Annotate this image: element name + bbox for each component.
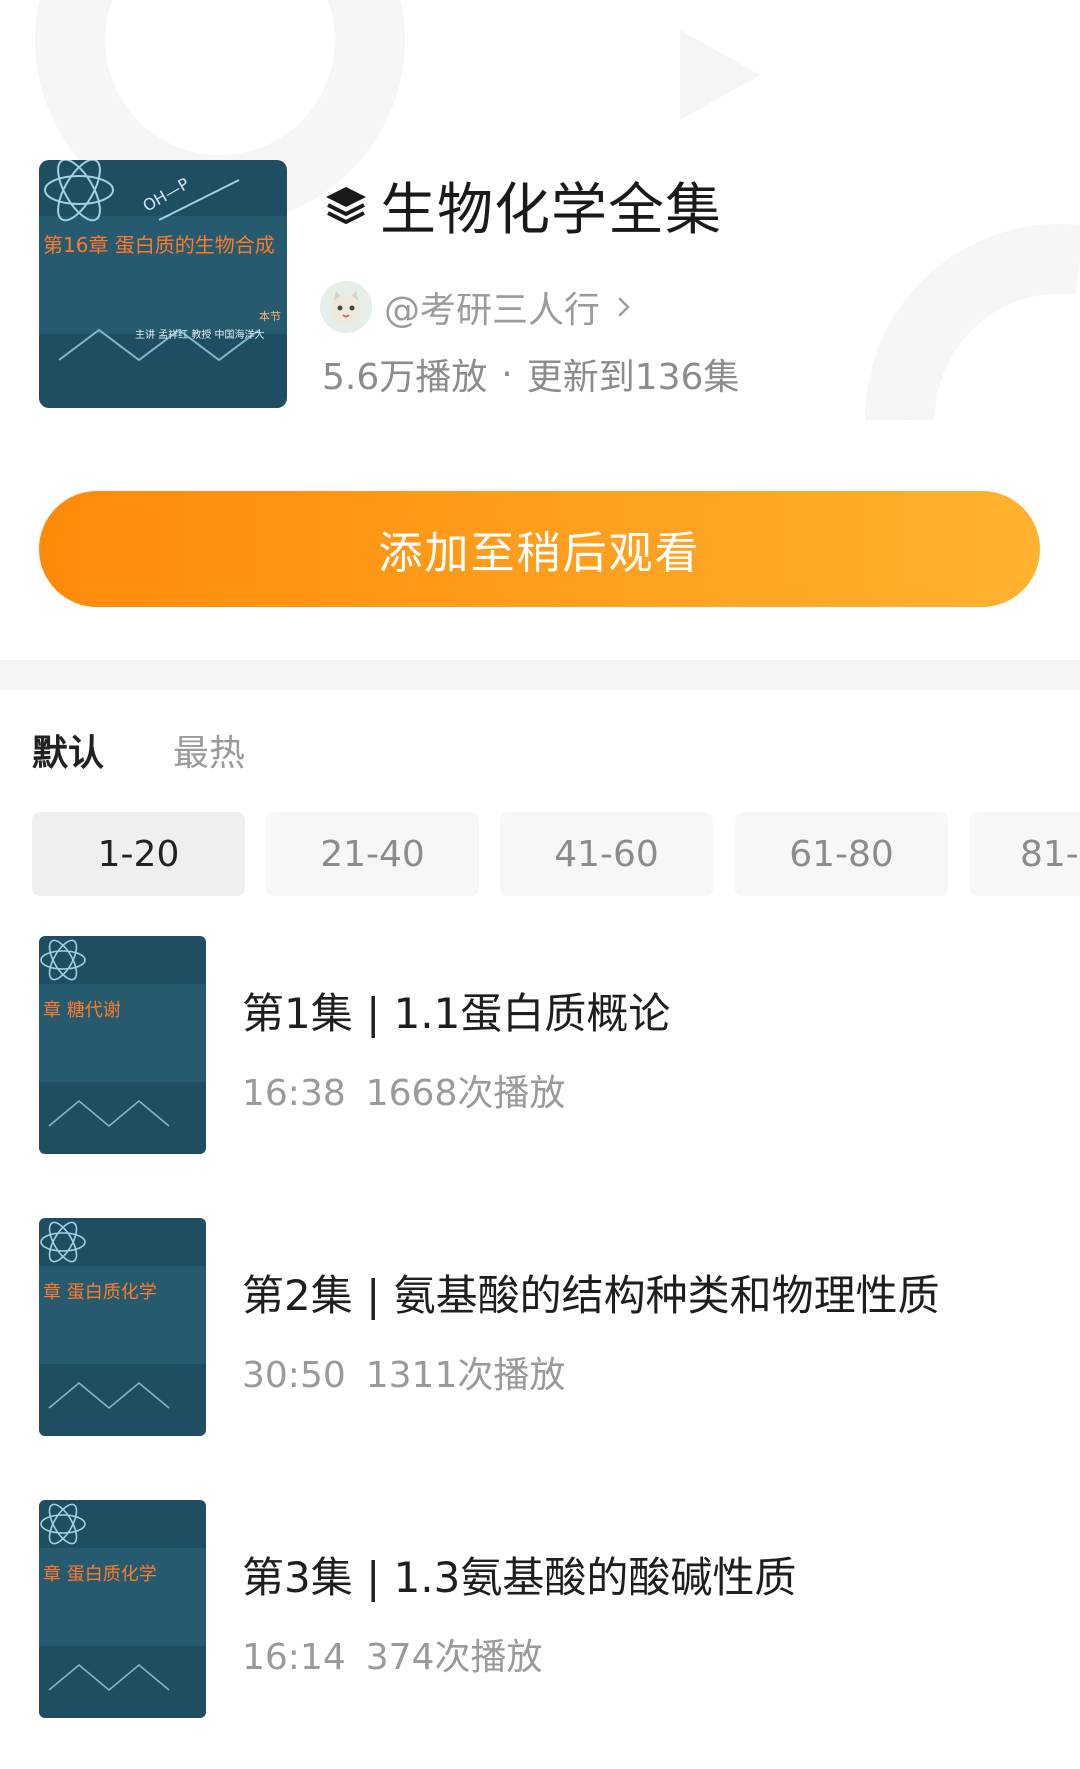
sort-tab-default[interactable]: 默认 bbox=[32, 724, 104, 776]
episode-title: 第1集 | 1.1蛋白质概论 bbox=[242, 989, 671, 1038]
cover-chapter-text: 第16章 蛋白质的生物合成 bbox=[43, 233, 275, 257]
episode-meta: 30:50 1311次播放 bbox=[242, 1346, 565, 1398]
avatar[interactable] bbox=[320, 281, 372, 333]
range-chip-21-40[interactable]: 21-40 bbox=[266, 812, 479, 896]
episode-duration: 16:38 bbox=[242, 1073, 346, 1114]
episode-title: 第3集 | 1.3氨基酸的酸碱性质 bbox=[242, 1553, 797, 1602]
collection-cover[interactable]: 第16章 蛋白质的生物合成 OH—P 本节 主讲 孟祥红 教授 中国海洋大 bbox=[39, 160, 287, 408]
episode-thumbnail-text: 章 蛋白质化学 bbox=[43, 1564, 157, 1585]
range-chip-41-60[interactable]: 41-60 bbox=[500, 812, 713, 896]
episode-thumbnail[interactable]: 章 糖代谢 bbox=[39, 936, 206, 1154]
range-chip-bar[interactable]: 1-20 21-40 41-60 61-80 81-1 bbox=[32, 812, 1080, 896]
episode-item-3[interactable]: 章 蛋白质化学 第3集 | 1.3氨基酸的酸碱性质 16:14 374次播放 bbox=[0, 1500, 1080, 1720]
update-status: 更新到136集 bbox=[526, 357, 740, 398]
add-to-watch-later-button[interactable]: 添加至稍后观看 bbox=[39, 491, 1040, 607]
play-count: 5.6万播放 bbox=[322, 357, 488, 398]
cover-tag-text: 本节 bbox=[259, 309, 281, 323]
stats-separator: · bbox=[501, 353, 513, 395]
collection-title-row: 生物化学全集 bbox=[322, 165, 722, 245]
add-to-watch-later-label: 添加至稍后观看 bbox=[378, 528, 701, 579]
layers-icon bbox=[326, 187, 366, 224]
episode-title: 第2集 | 氨基酸的结构种类和物理性质 bbox=[242, 1271, 940, 1320]
author-name[interactable]: @考研三人行 bbox=[384, 281, 600, 333]
range-chip-81[interactable]: 81-1 bbox=[970, 812, 1080, 896]
cover-speaker-text: 主讲 孟祥红 教授 中国海洋大 bbox=[135, 328, 265, 341]
episode-thumbnail[interactable]: 章 蛋白质化学 bbox=[39, 1500, 206, 1718]
episode-duration: 30:50 bbox=[242, 1355, 346, 1396]
episode-item-2[interactable]: 章 蛋白质化学 第2集 | 氨基酸的结构种类和物理性质 30:50 1311次播放 bbox=[0, 1218, 1080, 1438]
episode-meta: 16:38 1668次播放 bbox=[242, 1064, 565, 1116]
episode-thumbnail[interactable]: 章 蛋白质化学 bbox=[39, 1218, 206, 1436]
episode-thumbnail-text: 章 糖代谢 bbox=[43, 1000, 121, 1021]
episode-item-1[interactable]: 章 糖代谢 第1集 | 1.1蛋白质概论 16:38 1668次播放 bbox=[0, 936, 1080, 1156]
episode-meta: 16:14 374次播放 bbox=[242, 1628, 542, 1680]
sort-tab-hot[interactable]: 最热 bbox=[173, 724, 245, 776]
episode-duration: 16:14 bbox=[242, 1637, 346, 1678]
author-link[interactable]: @考研三人行 bbox=[320, 280, 636, 334]
chevron-right-icon bbox=[618, 297, 630, 317]
episode-plays: 374次播放 bbox=[365, 1637, 543, 1678]
collection-title: 生物化学全集 bbox=[380, 177, 722, 243]
episode-thumbnail-text: 章 蛋白质化学 bbox=[43, 1282, 157, 1303]
collection-stats: 5.6万播放 · 更新到136集 bbox=[322, 348, 739, 400]
range-chip-61-80[interactable]: 61-80 bbox=[735, 812, 948, 896]
episode-plays: 1668次播放 bbox=[365, 1073, 566, 1114]
episode-plays: 1311次播放 bbox=[365, 1355, 566, 1396]
section-divider bbox=[0, 660, 1080, 690]
range-chip-1-20[interactable]: 1-20 bbox=[32, 812, 245, 896]
